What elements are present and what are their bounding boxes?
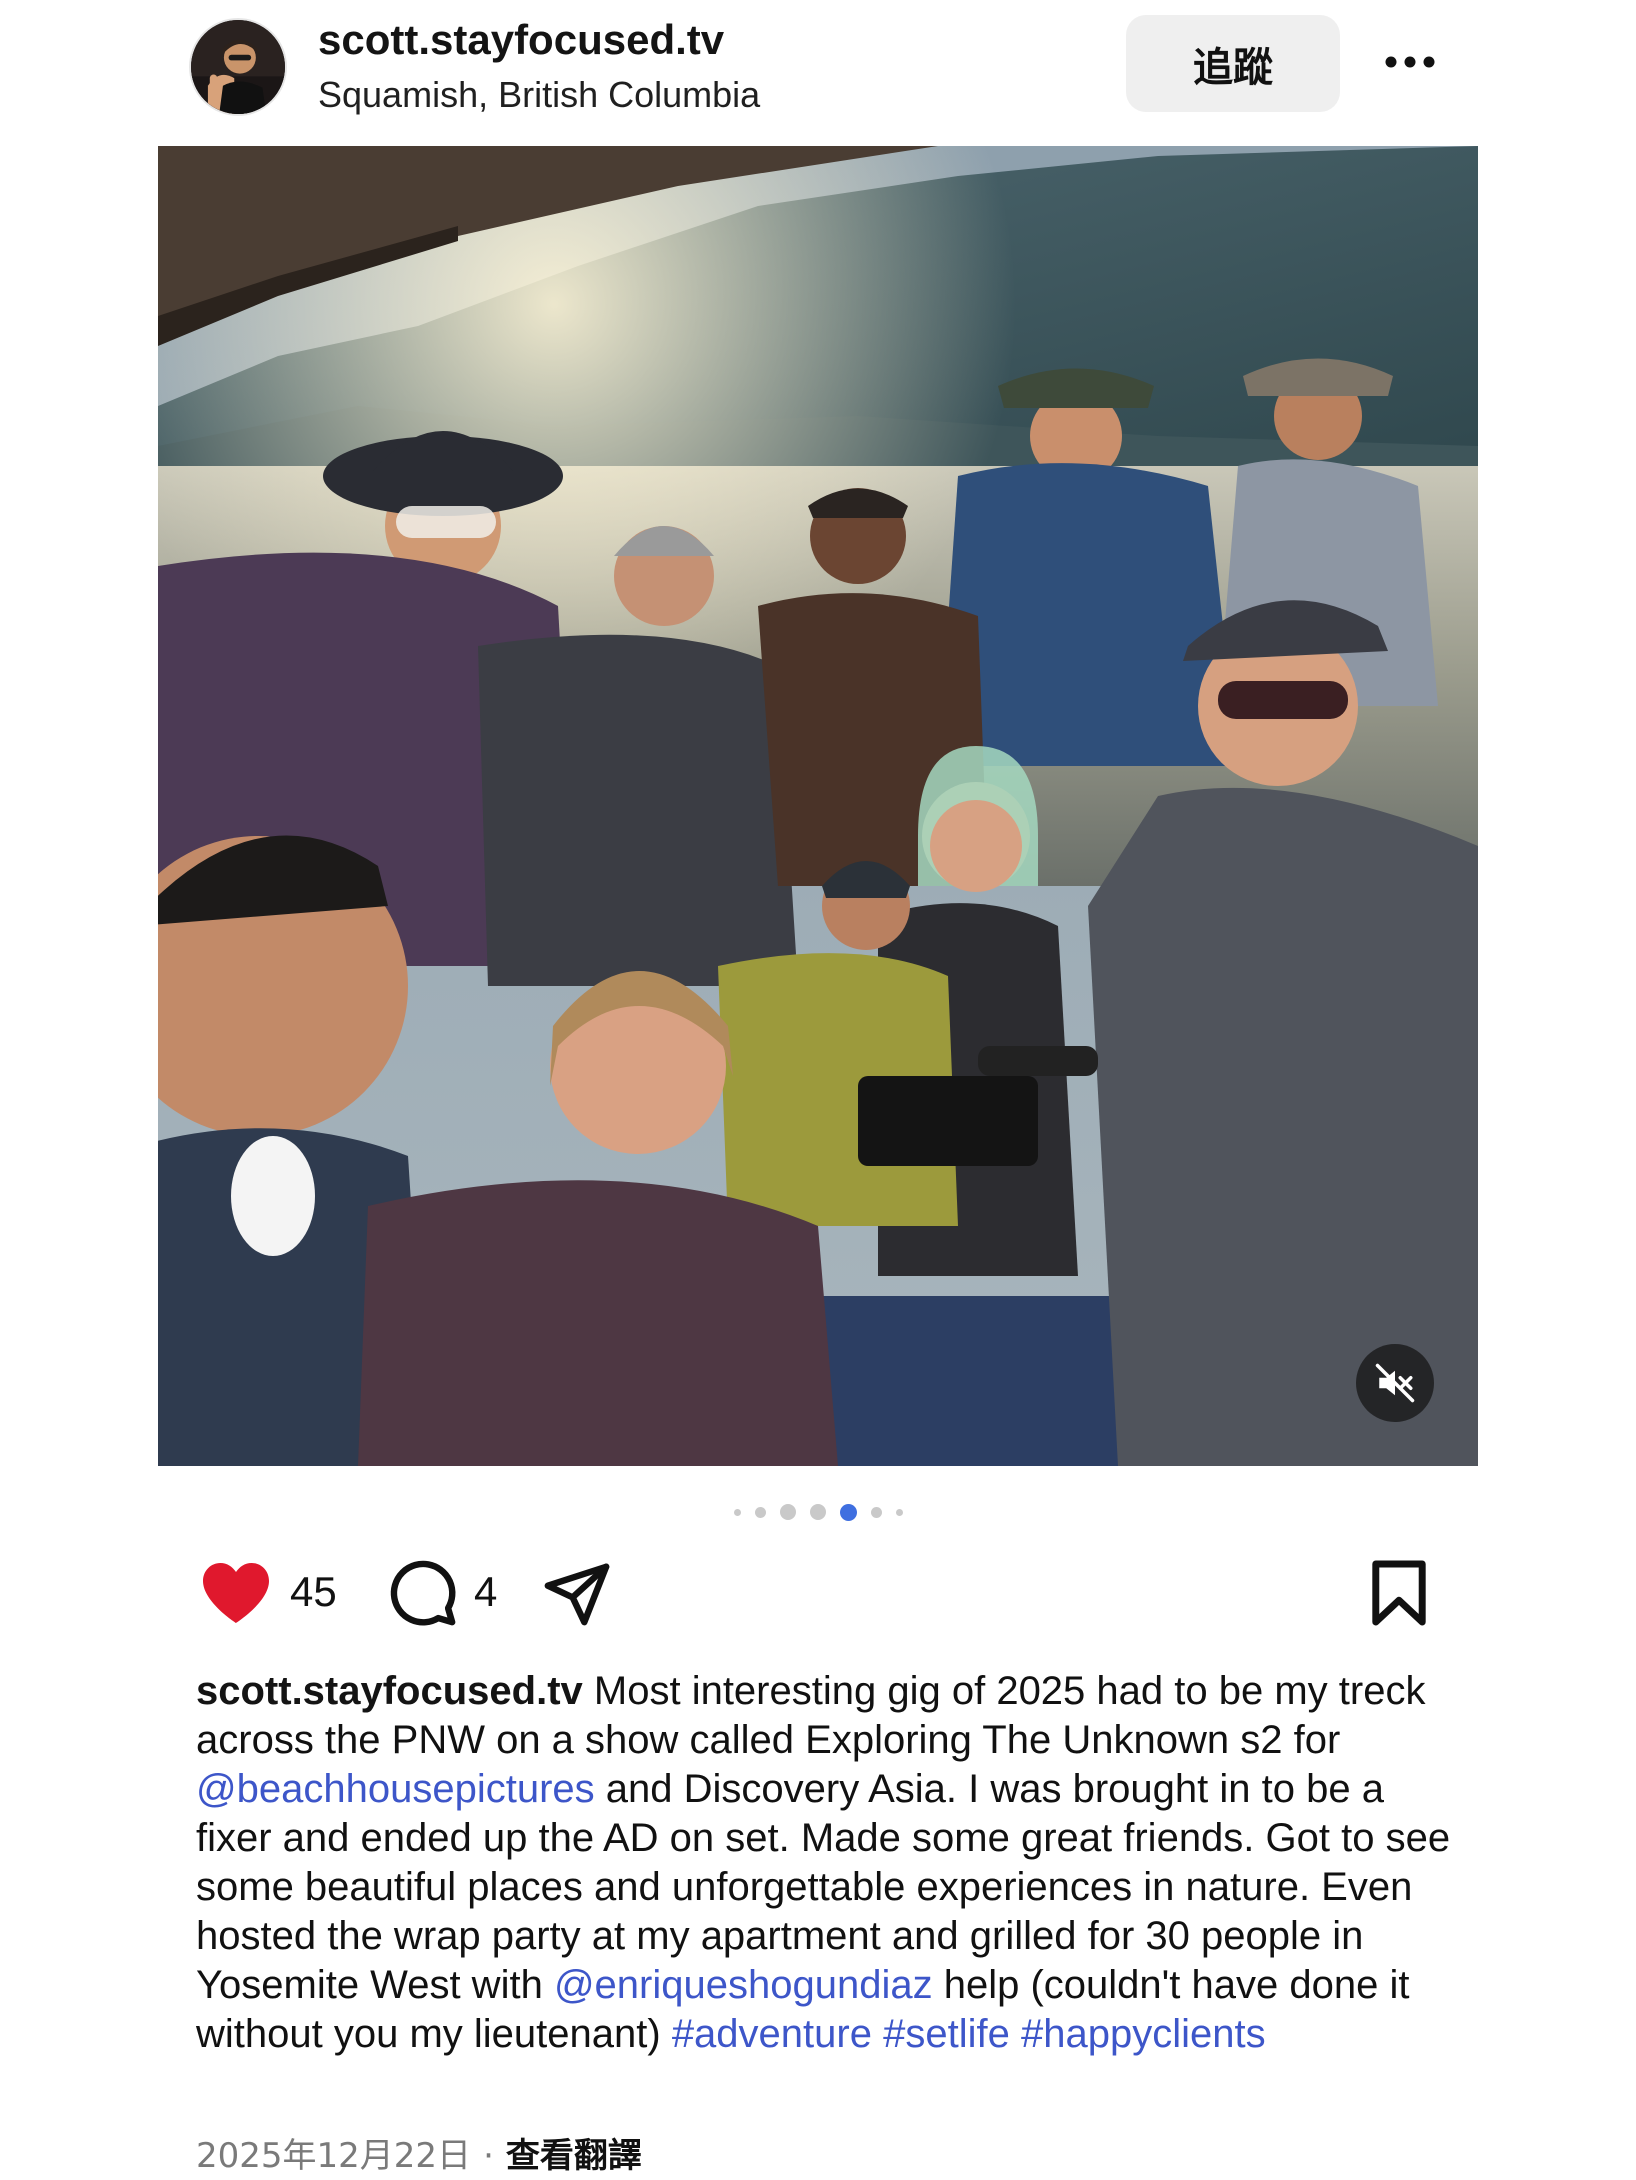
avatar[interactable] — [189, 18, 287, 116]
see-translation-link[interactable]: 查看翻譯 — [506, 2136, 642, 2176]
hashtag-link[interactable]: #happyclients — [1021, 2012, 1266, 2056]
post-header: scott.stayfocused.tv Squamish, British C… — [0, 0, 1636, 140]
bookmark-icon — [1372, 1560, 1426, 1626]
carousel-dot-active — [839, 1503, 857, 1521]
carousel-dot — [809, 1504, 826, 1520]
heart-icon — [203, 1563, 269, 1623]
follow-button[interactable]: 追蹤 — [1126, 15, 1340, 112]
share-button[interactable] — [540, 1558, 614, 1628]
like-button[interactable] — [200, 1560, 272, 1626]
post-date: 2025年12月22日 — [196, 2136, 472, 2176]
hashtag-link[interactable]: #setlife — [883, 2012, 1010, 2056]
mention-link[interactable]: @beachhousepictures — [196, 1767, 595, 1811]
comment-count[interactable]: 4 — [474, 1568, 497, 1616]
caption-username[interactable]: scott.stayfocused.tv — [196, 1669, 583, 1713]
mention-link[interactable]: @enriqueshogundiaz — [554, 1963, 933, 2007]
post-footer: 2025年12月22日 · 查看翻譯 — [196, 2128, 642, 2177]
carousel-indicator — [0, 1500, 1636, 1524]
speaker-muted-icon — [1375, 1363, 1415, 1403]
carousel-dot — [895, 1508, 903, 1516]
comment-button[interactable] — [388, 1558, 458, 1628]
username[interactable]: scott.stayfocused.tv — [318, 16, 724, 64]
more-horizontal-icon — [1385, 56, 1435, 68]
hashtag-link[interactable]: #adventure — [672, 2012, 872, 2056]
mute-button[interactable] — [1356, 1344, 1434, 1422]
like-count[interactable]: 45 — [290, 1568, 337, 1616]
action-bar: 45 4 — [0, 1554, 1636, 1634]
carousel-dot — [754, 1506, 766, 1518]
save-button[interactable] — [1370, 1558, 1428, 1628]
post-photo[interactable] — [158, 146, 1478, 1466]
carousel-dot — [779, 1504, 796, 1520]
more-options-button[interactable] — [1380, 40, 1440, 84]
footer-separator: · — [483, 2136, 494, 2176]
post-caption: scott.stayfocused.tv Most interesting gi… — [196, 1667, 1456, 2059]
location[interactable]: Squamish, British Columbia — [318, 74, 760, 116]
group-photo-image — [158, 146, 1478, 1466]
carousel-dot — [870, 1506, 882, 1518]
comment-icon — [390, 1560, 456, 1626]
send-icon — [544, 1563, 610, 1626]
carousel-dot — [733, 1508, 741, 1516]
